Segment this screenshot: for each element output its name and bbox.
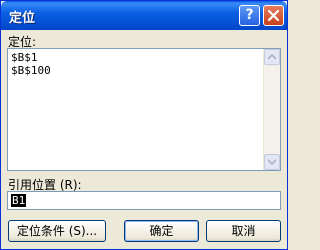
arrow-down-icon xyxy=(268,159,276,165)
arrow-up-icon xyxy=(268,54,276,60)
special-button[interactable]: 定位条件 (S)... xyxy=(8,220,106,242)
help-icon: ? xyxy=(245,7,254,23)
ok-button[interactable]: 确定 xyxy=(124,220,199,242)
close-icon xyxy=(268,10,279,21)
goto-listbox[interactable]: $B$1 $B$100 xyxy=(7,48,281,171)
title-bar[interactable]: 定位 ? xyxy=(1,1,287,30)
cancel-button[interactable]: 取消 xyxy=(206,220,281,242)
scroll-up-button[interactable] xyxy=(264,49,280,65)
reference-value: B1 xyxy=(11,194,27,207)
close-button[interactable] xyxy=(263,5,284,26)
help-button[interactable]: ? xyxy=(239,5,260,26)
list-item[interactable]: $B$100 xyxy=(11,64,51,77)
dialog-title: 定位 xyxy=(9,11,36,26)
scroll-down-button[interactable] xyxy=(264,154,280,170)
vertical-scrollbar[interactable] xyxy=(263,49,280,170)
reference-input[interactable]: B1 xyxy=(7,191,281,210)
goto-dialog: 定位 ? 定位: $B$1 $B$100 引用位置 (R): B1 定位条件 (… xyxy=(0,0,288,250)
list-item[interactable]: $B$1 xyxy=(11,51,38,64)
